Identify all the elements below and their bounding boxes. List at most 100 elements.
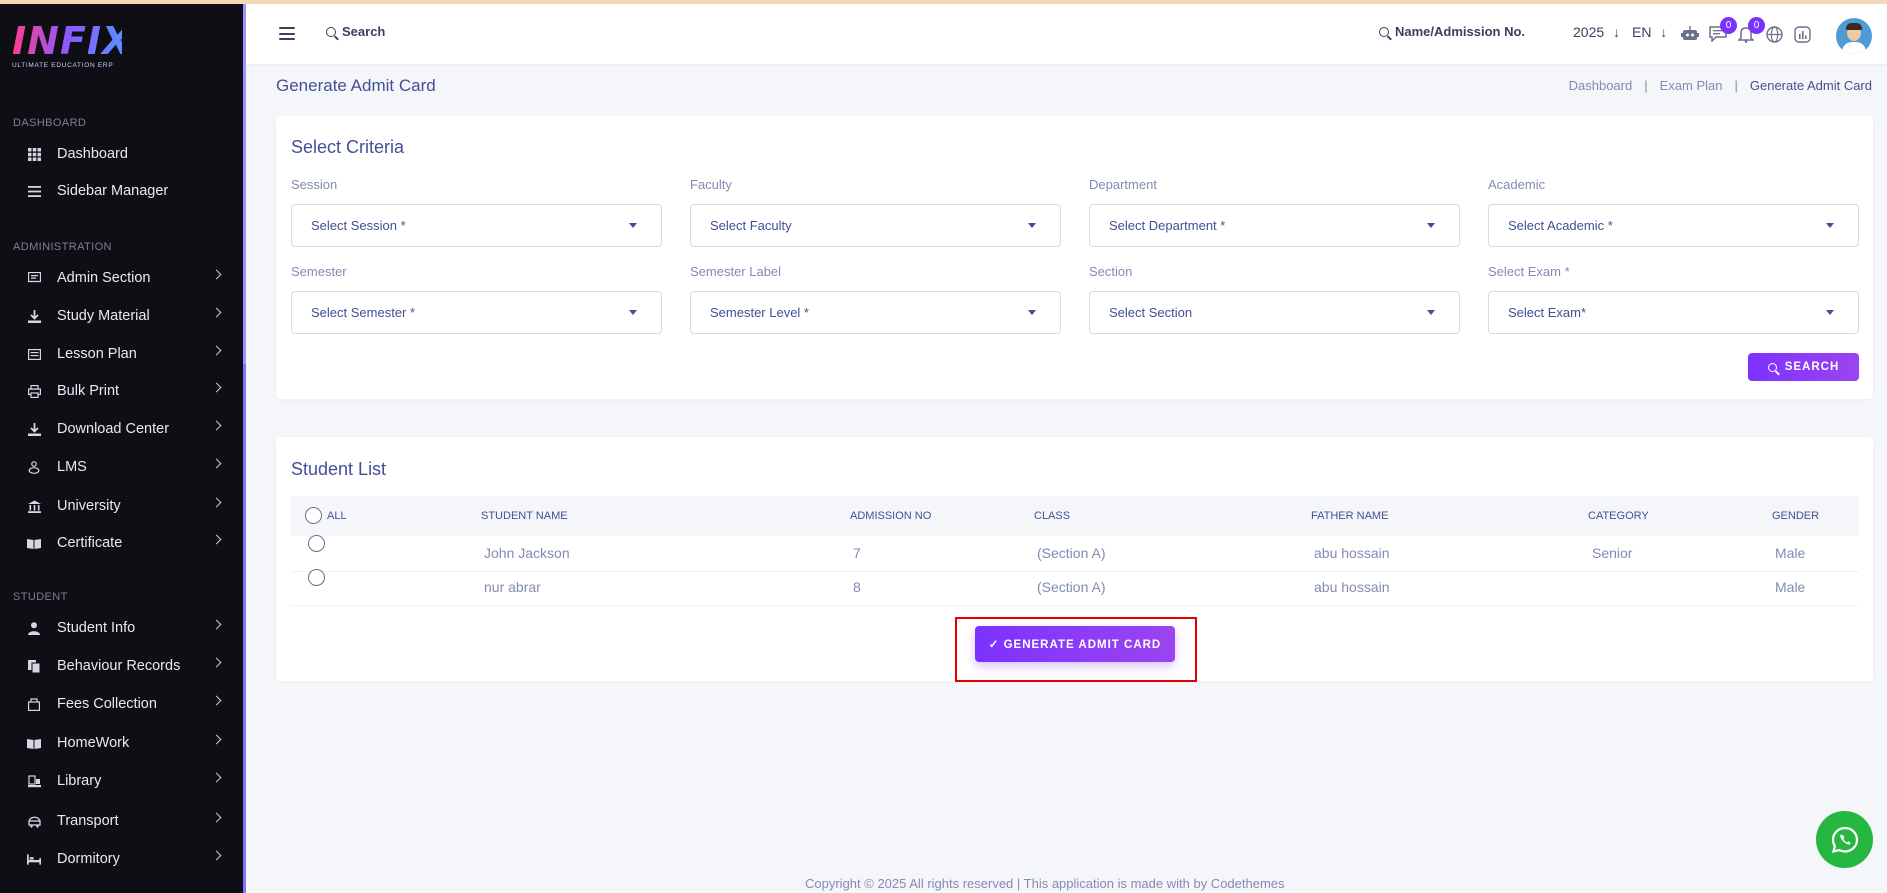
sidebar-item-admin-section[interactable]: Admin Section — [0, 263, 240, 293]
semester-select[interactable]: Select Semester * — [291, 291, 662, 334]
brand-logo[interactable]: INFIX ULTIMATE EDUCATION ERP — [12, 22, 131, 72]
sidebar-item-label: Certificate — [57, 535, 123, 551]
semester-label: Semester — [291, 264, 347, 279]
sidebar-item-certificate[interactable]: Certificate — [0, 528, 240, 558]
department-placeholder: Select Department * — [1109, 218, 1226, 233]
cell-admission-no: 8 — [853, 579, 861, 595]
col-gender[interactable]: GENDER — [1772, 510, 1819, 522]
caret-down-icon — [1826, 310, 1834, 315]
sidebar-item-label: LMS — [57, 459, 87, 475]
name-admission-search[interactable]: Name/Admission No. — [1379, 24, 1525, 39]
sidebar-item-label: Bulk Print — [57, 383, 120, 399]
exam-select[interactable]: Select Exam* — [1488, 291, 1859, 334]
sidebar-item-university[interactable]: University — [0, 491, 240, 521]
year-selector[interactable]: 2025 ↓ — [1573, 24, 1620, 40]
row-select-radio[interactable] — [308, 569, 325, 586]
select-all-radio[interactable] — [305, 507, 322, 524]
chevron-right-icon — [211, 695, 222, 706]
bed-icon — [27, 852, 41, 866]
sidebar-item-homework[interactable]: HomeWork — [0, 728, 240, 758]
row-select-radio[interactable] — [308, 535, 325, 552]
search-button[interactable]: SEARCH — [1748, 353, 1859, 381]
breadcrumb-exam-plan[interactable]: Exam Plan — [1660, 78, 1723, 93]
sidebar-item-download-center[interactable]: Download Center — [0, 414, 240, 444]
sidebar-item-label: University — [57, 498, 121, 514]
col-admission-no[interactable]: ADMISSION NO — [850, 510, 931, 522]
sidebar-item-transport[interactable]: Transport — [0, 806, 240, 836]
session-label: Session — [291, 177, 338, 192]
caret-down-icon — [1826, 223, 1834, 228]
col-father-name[interactable]: FATHER NAME — [1311, 510, 1388, 522]
session-placeholder: Select Session * — [311, 218, 406, 233]
col-category[interactable]: CATEGORY — [1588, 510, 1649, 522]
faculty-select[interactable]: Select Faculty — [690, 204, 1061, 247]
sidebar-item-label: Lesson Plan — [57, 346, 137, 362]
search-button-label: SEARCH — [1784, 361, 1840, 373]
academic-label: Academic — [1488, 177, 1546, 192]
col-all: ALL — [327, 510, 347, 522]
sidebar-item-lms[interactable]: LMS — [0, 452, 240, 482]
cell-gender: Male — [1775, 545, 1806, 561]
sidebar-item-sidebar-manager[interactable]: Sidebar Manager — [0, 176, 240, 206]
global-search[interactable]: Search — [326, 24, 385, 39]
chevron-right-icon — [211, 734, 222, 745]
sidebar-item-label: Download Center — [57, 421, 170, 437]
sidebar-item-label: HomeWork — [57, 735, 130, 751]
chevron-right-icon — [211, 534, 222, 545]
breadcrumb-dashboard[interactable]: Dashboard — [1569, 78, 1633, 93]
sidebar-item-label: Sidebar Manager — [57, 183, 169, 199]
section-label-dashboard: DASHBOARD — [13, 117, 87, 129]
sidebar-item-lesson-plan[interactable]: Lesson Plan — [0, 339, 240, 369]
robot-icon[interactable] — [1680, 24, 1700, 44]
sidebar-item-library[interactable]: Library — [0, 766, 240, 796]
breadcrumb-current: Generate Admit Card — [1749, 78, 1872, 93]
cell-class: (Section A) — [1037, 545, 1106, 561]
section-select[interactable]: Select Section — [1089, 291, 1460, 334]
whatsapp-icon[interactable] — [1816, 811, 1873, 868]
col-student-name[interactable]: STUDENT NAME — [481, 510, 568, 522]
row-divider — [291, 571, 1859, 572]
col-class[interactable]: CLASS — [1034, 510, 1070, 522]
sidebar-item-fees-collection[interactable]: Fees Collection — [0, 689, 240, 719]
semester-level-placeholder: Semester Level * — [710, 305, 809, 320]
analytics-icon[interactable] — [1792, 24, 1812, 44]
user-icon — [27, 621, 41, 635]
sidebar-item-label: Study Material — [57, 308, 150, 324]
semester-level-select[interactable]: Semester Level * — [690, 291, 1061, 334]
notification-badge: 0 — [1748, 17, 1765, 34]
page-title: Generate Admit Card — [276, 76, 436, 95]
language-selector[interactable]: EN ↓ — [1632, 24, 1667, 40]
session-select[interactable]: Select Session * — [291, 204, 662, 247]
department-label: Department — [1089, 177, 1157, 192]
sidebar-item-bulk-print[interactable]: Bulk Print — [0, 376, 240, 406]
sidebar-item-label: Library — [57, 773, 102, 789]
academic-select[interactable]: Select Academic * — [1488, 204, 1859, 247]
cell-father-name: abu hossain — [1314, 545, 1390, 561]
department-select[interactable]: Select Department * — [1089, 204, 1460, 247]
sidebar-item-label: Dormitory — [57, 851, 120, 867]
sidebar-item-label: Transport — [57, 813, 119, 829]
table-header: ALL STUDENT NAME ADMISSION NO CLASS FATH… — [291, 496, 1859, 536]
user-avatar[interactable] — [1836, 18, 1872, 54]
sidebar-item-study-material[interactable]: Study Material — [0, 301, 240, 331]
search-icon — [1767, 362, 1777, 372]
faculty-placeholder: Select Faculty — [710, 218, 792, 233]
generate-admit-card-button[interactable]: ✓ GENERATE ADMIT CARD — [975, 626, 1175, 662]
cell-student-name: nur abrar — [484, 579, 541, 595]
sidebar-item-behaviour-records[interactable]: Behaviour Records — [0, 651, 240, 681]
book-icon — [27, 736, 41, 750]
chat-icon[interactable]: 0 — [1708, 17, 1737, 44]
university-icon — [27, 499, 41, 513]
chevron-right-icon — [211, 420, 222, 431]
download-icon — [27, 309, 41, 323]
globe-icon[interactable] — [1764, 24, 1784, 44]
global-search-label: Search — [342, 24, 386, 39]
sidebar-item-dashboard[interactable]: Dashboard — [0, 139, 240, 169]
sidebar-item-dormitory[interactable]: Dormitory — [0, 844, 240, 874]
sidebar-item-student-info[interactable]: Student Info — [0, 613, 240, 643]
avatar-body — [1842, 42, 1866, 54]
sidebar-item-label: Fees Collection — [57, 696, 157, 712]
list-icon — [27, 347, 41, 361]
hamburger-menu-icon[interactable] — [279, 27, 295, 40]
bell-icon[interactable]: 0 — [1736, 17, 1765, 44]
